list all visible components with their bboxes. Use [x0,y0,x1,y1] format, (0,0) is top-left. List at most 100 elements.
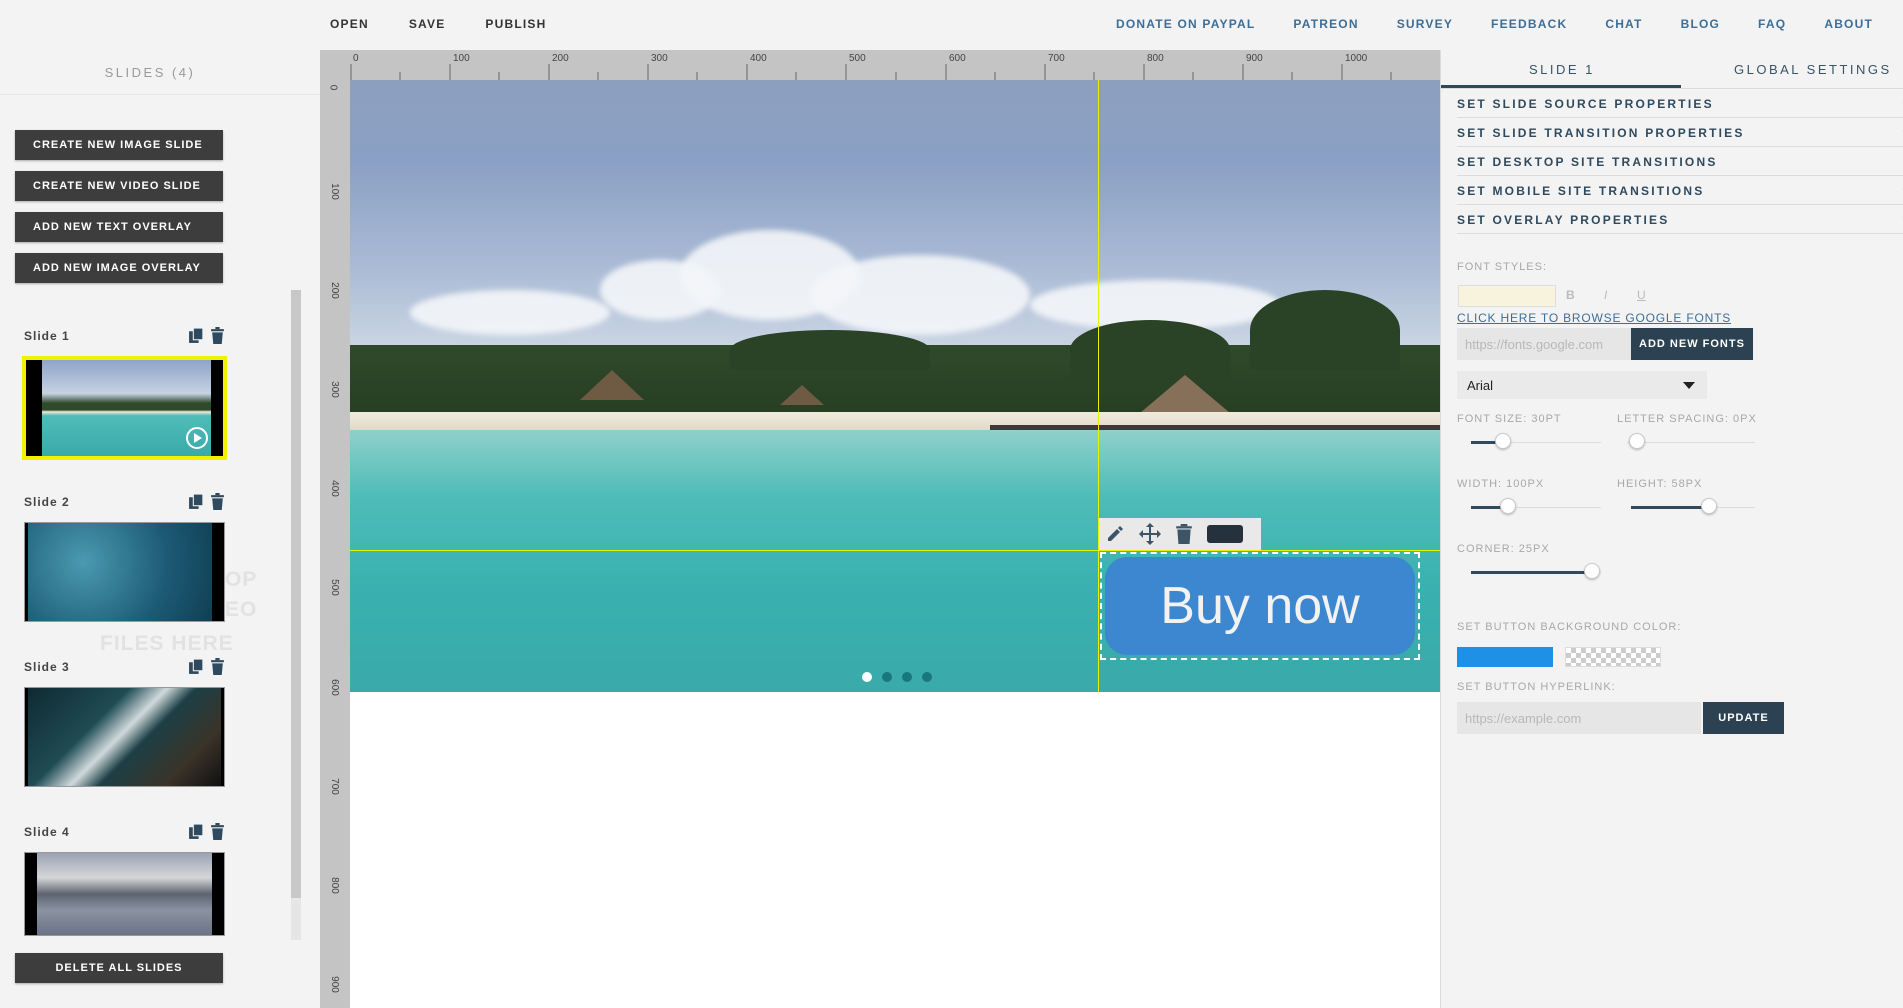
vertical-ruler: 0 100 200 300 400 500 600 700 800 900 [320,50,350,1008]
height-slider-handle[interactable] [1701,498,1717,514]
italic-toggle[interactable]: I [1604,288,1607,302]
editor-canvas: 0 100 200 300 400 500 600 700 800 900 10… [320,50,1440,1008]
font-size-label: FONT SIZE: 30PT [1457,413,1562,425]
slide-thumbnail[interactable] [24,687,225,787]
survey-link[interactable]: SURVEY [1397,17,1453,31]
browse-google-fonts-link[interactable]: CLICK HERE TO BROWSE GOOGLE FONTS [1457,311,1731,325]
trash-icon[interactable] [1175,524,1193,544]
play-icon[interactable] [185,426,209,450]
file-menu: OPEN SAVE PUBLISH [330,17,586,31]
font-family-value: Arial [1467,377,1494,393]
overlay-toolbar [1099,518,1261,550]
font-color-input[interactable] [1458,285,1556,307]
duplicate-icon[interactable] [188,327,205,344]
letter-spacing-label: LETTER SPACING: 0PX [1617,413,1757,425]
donate-paypal-link[interactable]: DONATE ON PAYPAL [1116,17,1255,31]
update-button[interactable]: UPDATE [1703,702,1784,734]
section-label: SET SLIDE TRANSITION PROPERTIES [1457,125,1745,140]
button-overlay[interactable]: Buy now [1100,552,1420,660]
ruler-tick-label: 400 [328,480,340,497]
letter-spacing-slider-handle[interactable] [1629,433,1645,449]
buy-now-button[interactable]: Buy now [1105,557,1415,655]
drop-hint-text: OP [225,568,258,591]
font-family-select[interactable]: Arial [1457,371,1707,399]
properties-panel: SLIDE 1 GLOBAL SETTINGS SET SLIDE SOURCE… [1440,50,1903,1008]
tab-slide-1[interactable]: SLIDE 1 [1529,62,1595,77]
font-styles-label: FONT STYLES: [1457,261,1548,273]
trash-icon[interactable] [209,327,226,344]
pagination-dot[interactable] [882,672,892,682]
add-image-overlay-button[interactable]: ADD NEW IMAGE OVERLAY [15,253,223,283]
section-label: SET DESKTOP SITE TRANSITIONS [1457,154,1718,169]
slide-preview[interactable]: Buy now [350,80,1440,692]
pagination-dot[interactable] [922,672,932,682]
corner-slider-handle[interactable] [1584,563,1600,579]
font-size-slider-handle[interactable] [1495,433,1511,449]
external-links-menu: DONATE ON PAYPAL PATREON SURVEY FEEDBACK… [1078,17,1873,31]
corner-slider-fill [1471,571,1591,574]
button-hyperlink-input[interactable]: https://example.com [1457,702,1701,734]
trash-icon[interactable] [209,823,226,840]
trash-icon[interactable] [209,493,226,510]
slide-actions [188,658,226,675]
bold-toggle[interactable]: B [1566,288,1575,302]
section-slide-source[interactable]: SET SLIDE SOURCE PROPERTIES [1457,90,1903,118]
slides-sidebar: SLIDES (4) CREATE NEW IMAGE SLIDE CREATE… [0,50,320,1008]
publish-menu-item[interactable]: PUBLISH [485,17,546,31]
pagination-dot-active[interactable] [862,672,872,682]
faq-link[interactable]: FAQ [1758,17,1786,31]
horizontal-ruler: 0 100 200 300 400 500 600 700 800 900 10… [320,50,1440,80]
slide-thumbnail[interactable] [24,852,225,936]
delete-all-slides-button[interactable]: DELETE ALL SLIDES [15,953,223,983]
ruler-tick-label: 0 [327,84,339,91]
save-menu-item[interactable]: SAVE [409,17,446,31]
move-icon[interactable] [1139,523,1161,545]
divider [1441,88,1903,89]
chat-link[interactable]: CHAT [1605,17,1642,31]
add-text-overlay-button[interactable]: ADD NEW TEXT OVERLAY [15,212,223,242]
sidebar-scrollbar-thumb[interactable] [291,290,301,898]
ruler-tick-label: 200 [328,282,340,299]
width-label: WIDTH: 100PX [1457,478,1545,490]
letter-spacing-slider-track [1627,442,1755,443]
color-swatch-icon[interactable] [1207,525,1243,543]
trash-icon[interactable] [209,658,226,675]
ruler-tick-label: 800 [328,877,340,894]
tab-global-settings[interactable]: GLOBAL SETTINGS [1734,62,1892,77]
section-mobile-transitions[interactable]: SET MOBILE SITE TRANSITIONS [1457,177,1903,205]
duplicate-icon[interactable] [188,823,205,840]
pagination-dot[interactable] [902,672,912,682]
section-slide-transition[interactable]: SET SLIDE TRANSITION PROPERTIES [1457,119,1903,147]
transparent-color-swatch[interactable] [1565,647,1661,667]
hut-roof [580,370,644,400]
pencil-icon[interactable] [1105,524,1125,544]
section-overlay-properties[interactable]: SET OVERLAY PROPERTIES [1457,206,1903,234]
width-slider-handle[interactable] [1500,498,1516,514]
button-hyperlink-label: SET BUTTON HYPERLINK: [1457,681,1616,693]
section-desktop-transitions[interactable]: SET DESKTOP SITE TRANSITIONS [1457,148,1903,176]
blog-link[interactable]: BLOG [1681,17,1720,31]
duplicate-icon[interactable] [188,658,205,675]
slide-thumbnail[interactable] [24,522,225,622]
slide-actions [188,493,226,510]
google-fonts-url-input[interactable]: https://fonts.google.com [1457,328,1631,360]
create-image-slide-button[interactable]: CREATE NEW IMAGE SLIDE [15,130,223,160]
create-video-slide-button[interactable]: CREATE NEW VIDEO SLIDE [15,171,223,201]
patreon-link[interactable]: PATREON [1293,17,1358,31]
slide-thumbnail-active[interactable] [22,356,227,460]
duplicate-icon[interactable] [188,493,205,510]
ruler-tick-label: 700 [328,778,340,795]
add-new-fonts-button[interactable]: ADD NEW FONTS [1631,328,1753,360]
underline-toggle[interactable]: U [1637,288,1646,302]
open-menu-item[interactable]: OPEN [330,17,369,31]
drop-hint-text: EO [225,598,258,621]
palm-cluster [730,330,930,370]
ruler-tick-label: 500 [328,579,340,596]
section-label: SET OVERLAY PROPERTIES [1457,212,1670,227]
ruler-ticks [350,64,1392,80]
hut-roof [1140,375,1230,413]
about-link[interactable]: ABOUT [1824,17,1873,31]
feedback-link[interactable]: FEEDBACK [1491,17,1567,31]
slide-actions [188,327,226,344]
button-bg-color-swatch[interactable] [1457,647,1553,667]
